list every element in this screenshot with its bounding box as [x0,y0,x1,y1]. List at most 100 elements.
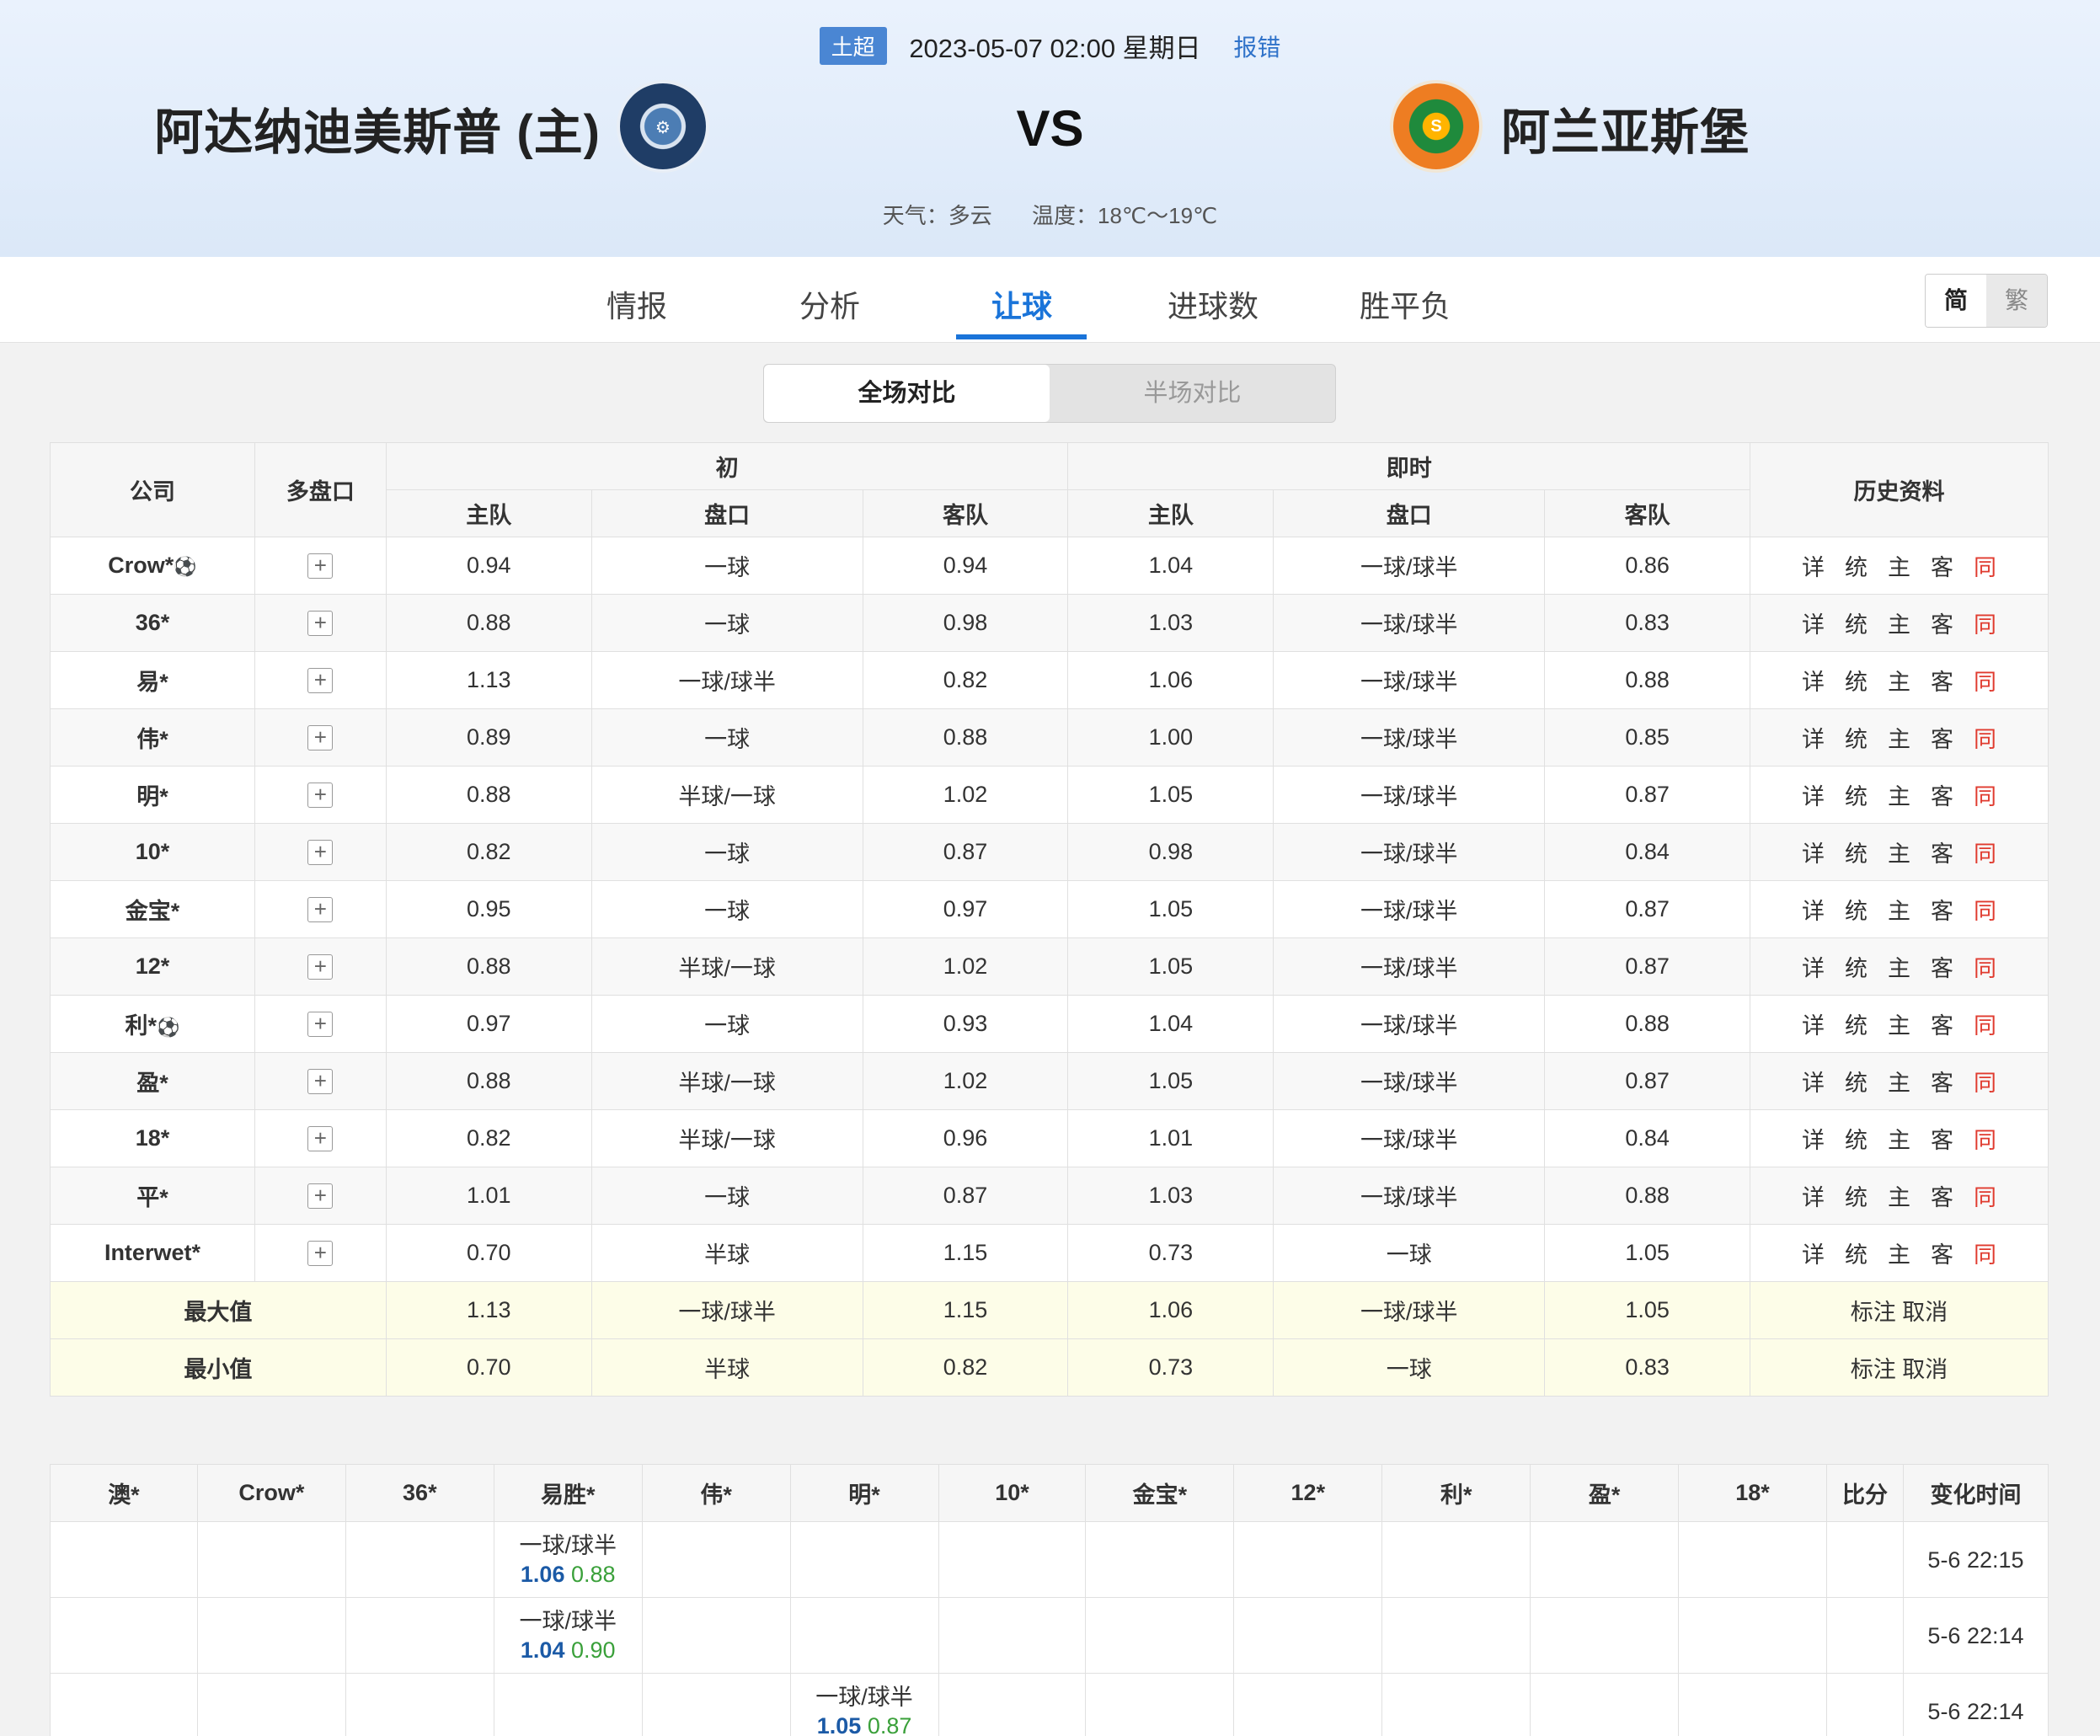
same-link[interactable]: 同 [1974,1185,1996,1210]
expand-plus-icon[interactable]: + [307,840,334,865]
stats-link[interactable]: 统 [1845,1185,1868,1210]
company-cell[interactable]: 易* [50,651,255,709]
company-cell[interactable]: Interwet* [50,1224,255,1282]
detail-link[interactable]: 详 [1802,841,1825,867]
same-link[interactable]: 同 [1974,670,1996,695]
mark-button[interactable]: 标注 [1851,1300,1896,1325]
half-match-button[interactable]: 半场对比 [1050,365,1335,422]
expand-plus-icon[interactable]: + [307,1183,334,1209]
stats-link[interactable]: 统 [1845,727,1868,752]
stats-link[interactable]: 统 [1845,612,1868,638]
expand-plus-icon[interactable]: + [307,783,334,808]
detail-link[interactable]: 详 [1802,1185,1825,1210]
tab-total-goals[interactable]: 进球数 [1146,282,1280,326]
away-link[interactable]: 客 [1931,784,1953,809]
lang-traditional-button[interactable]: 繁 [1986,275,2047,327]
company-cell[interactable]: 金宝* [50,880,255,938]
company-cell[interactable]: 明* [50,766,255,824]
stats-link[interactable]: 统 [1845,1242,1868,1268]
expand-plus-icon[interactable]: + [307,611,334,636]
expand-plus-icon[interactable]: + [307,897,334,922]
home-link[interactable]: 主 [1888,670,1910,695]
league-badge[interactable]: 土超 [819,27,887,65]
stats-link[interactable]: 统 [1845,784,1868,809]
mark-button[interactable]: 标注 [1851,1357,1896,1382]
same-link[interactable]: 同 [1974,555,1996,580]
home-link[interactable]: 主 [1888,727,1910,752]
stats-link[interactable]: 统 [1845,1071,1868,1096]
detail-link[interactable]: 详 [1802,1013,1825,1039]
away-link[interactable]: 客 [1931,1013,1953,1039]
same-link[interactable]: 同 [1974,1071,1996,1096]
cancel-button[interactable]: 取消 [1902,1300,1948,1325]
detail-link[interactable]: 详 [1802,555,1825,580]
same-link[interactable]: 同 [1974,1128,1996,1153]
detail-link[interactable]: 详 [1802,1242,1825,1268]
expand-plus-icon[interactable]: + [307,954,334,980]
away-team-name[interactable]: 阿兰亚斯堡 [1501,93,1750,163]
home-link[interactable]: 主 [1888,612,1910,638]
cancel-button[interactable]: 取消 [1902,1357,1948,1382]
same-link[interactable]: 同 [1974,899,1996,924]
same-link[interactable]: 同 [1974,1242,1996,1268]
stats-link[interactable]: 统 [1845,555,1868,580]
report-error-link[interactable]: 报错 [1233,35,1280,61]
same-link[interactable]: 同 [1974,727,1996,752]
tab-analysis[interactable]: 分析 [762,282,897,326]
tab-1x2[interactable]: 胜平负 [1338,282,1472,326]
home-link[interactable]: 主 [1888,899,1910,924]
same-link[interactable]: 同 [1974,1013,1996,1039]
expand-plus-icon[interactable]: + [307,553,334,579]
detail-link[interactable]: 详 [1802,899,1825,924]
away-link[interactable]: 客 [1931,841,1953,867]
full-match-button[interactable]: 全场对比 [764,365,1050,422]
home-link[interactable]: 主 [1888,841,1910,867]
detail-link[interactable]: 详 [1802,784,1825,809]
tab-info[interactable]: 情报 [569,282,704,326]
company-cell[interactable]: 平* [50,1167,255,1225]
away-link[interactable]: 客 [1931,670,1953,695]
home-link[interactable]: 主 [1888,1242,1910,1268]
detail-link[interactable]: 详 [1802,1071,1825,1096]
same-link[interactable]: 同 [1974,784,1996,809]
away-link[interactable]: 客 [1931,612,1953,638]
stats-link[interactable]: 统 [1845,1013,1868,1039]
away-link[interactable]: 客 [1931,956,1953,981]
expand-plus-icon[interactable]: + [307,725,334,750]
stats-link[interactable]: 统 [1845,899,1868,924]
away-link[interactable]: 客 [1931,1071,1953,1096]
detail-link[interactable]: 详 [1802,956,1825,981]
away-link[interactable]: 客 [1931,1128,1953,1153]
home-link[interactable]: 主 [1888,1185,1910,1210]
home-link[interactable]: 主 [1888,1128,1910,1153]
company-cell[interactable]: 盈* [50,1052,255,1110]
home-link[interactable]: 主 [1888,1071,1910,1096]
expand-plus-icon[interactable]: + [307,1126,334,1151]
stats-link[interactable]: 统 [1845,670,1868,695]
company-cell[interactable]: 利*⚽ [50,995,255,1053]
away-team-logo[interactable]: S [1390,80,1483,173]
company-cell[interactable]: 伟* [50,708,255,767]
stats-link[interactable]: 统 [1845,956,1868,981]
home-link[interactable]: 主 [1888,784,1910,809]
home-link[interactable]: 主 [1888,1013,1910,1039]
away-link[interactable]: 客 [1931,555,1953,580]
detail-link[interactable]: 详 [1802,670,1825,695]
company-cell[interactable]: 12* [50,937,255,996]
company-cell[interactable]: 10* [50,823,255,881]
same-link[interactable]: 同 [1974,841,1996,867]
company-cell[interactable]: 18* [50,1109,255,1167]
expand-plus-icon[interactable]: + [307,1241,334,1266]
same-link[interactable]: 同 [1974,956,1996,981]
expand-plus-icon[interactable]: + [307,668,334,693]
company-cell[interactable]: 36* [50,594,255,652]
stats-link[interactable]: 统 [1845,841,1868,867]
away-link[interactable]: 客 [1931,1242,1953,1268]
away-link[interactable]: 客 [1931,727,1953,752]
company-cell[interactable]: Crow*⚽ [50,537,255,595]
away-link[interactable]: 客 [1931,899,1953,924]
away-link[interactable]: 客 [1931,1185,1953,1210]
home-link[interactable]: 主 [1888,956,1910,981]
lang-simplified-button[interactable]: 简 [1926,275,1986,327]
detail-link[interactable]: 详 [1802,727,1825,752]
